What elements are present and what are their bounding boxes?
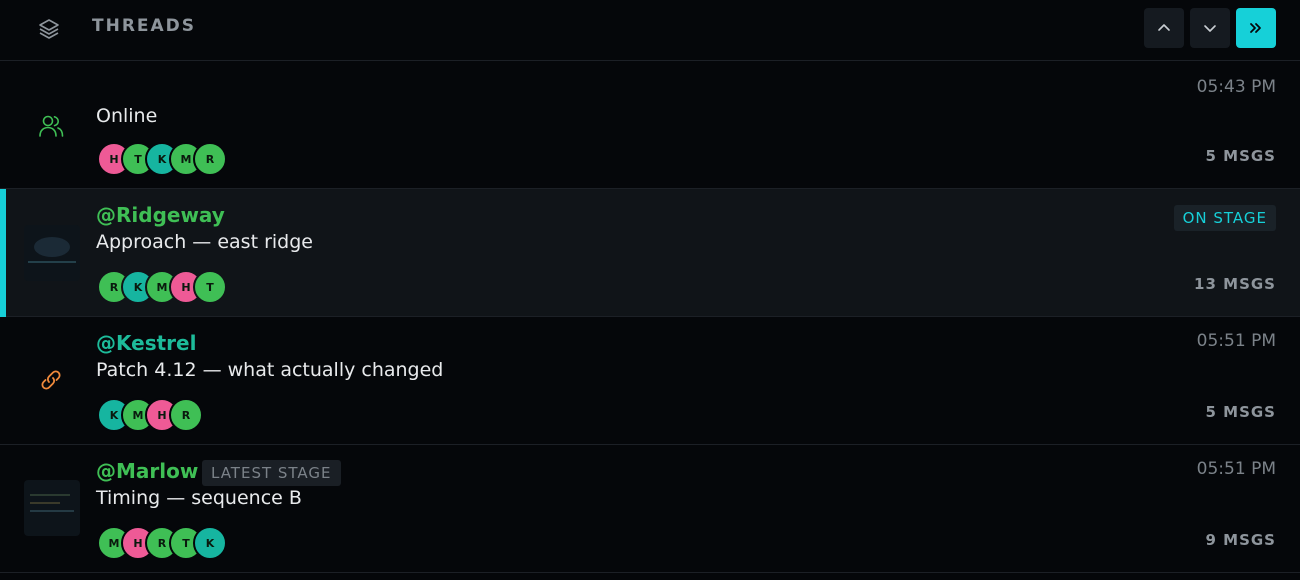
message-count: 5 MSGS [1205,403,1276,421]
thread-title: Timing — sequence B [96,487,302,509]
thread-row-online[interactable]: Online H T K M R 05:43 PM 5 MSGS [0,61,1300,189]
thread-title: Approach — east ridge [96,231,313,253]
thread-title: Patch 4.12 — what actually changed [96,359,444,381]
latest-stage-tag: LATEST STAGE [202,460,341,486]
expand-button[interactable] [1236,8,1276,48]
thread-row-ridgeway[interactable]: @Ridgeway Approach — east ridge R K M H … [0,189,1300,317]
scroll-down-button[interactable] [1190,8,1230,48]
active-indicator [0,189,6,317]
thread-time: 05:51 PM [1196,331,1276,351]
users-icon [39,115,64,137]
avatar: T [193,270,227,304]
on-stage-badge: ON STAGE [1173,205,1276,231]
thread-author[interactable]: @Ridgeway [96,203,225,227]
threads-header: THREADS [0,0,1300,61]
thread-title: Online [96,105,158,127]
message-count: 9 MSGS [1205,531,1276,549]
chevron-up-icon [1158,24,1170,31]
double-chevron-right-icon [1250,23,1261,33]
chevron-down-icon [1204,25,1216,32]
scroll-up-button[interactable] [1144,8,1184,48]
layers-icon [39,19,59,39]
message-count: 13 MSGS [1194,275,1276,293]
link-icon [41,370,61,390]
thread-row-marlow[interactable]: @Marlow LATEST STAGE Timing — sequence B… [0,445,1300,573]
header-title: THREADS [92,16,197,36]
thread-thumbnail [24,225,80,281]
thread-time: 05:51 PM [1196,459,1276,479]
thread-time: 05:43 PM [1196,77,1276,97]
message-count: 5 MSGS [1205,147,1276,165]
thread-author[interactable]: @Marlow [96,459,198,483]
thread-author[interactable]: @Kestrel [96,331,196,355]
thread-row-kestrel[interactable]: @Kestrel Patch 4.12 — what actually chan… [0,317,1300,445]
avatar: R [169,398,203,432]
avatar: R [193,142,227,176]
avatar: K [193,526,227,560]
thread-thumbnail [24,480,80,536]
